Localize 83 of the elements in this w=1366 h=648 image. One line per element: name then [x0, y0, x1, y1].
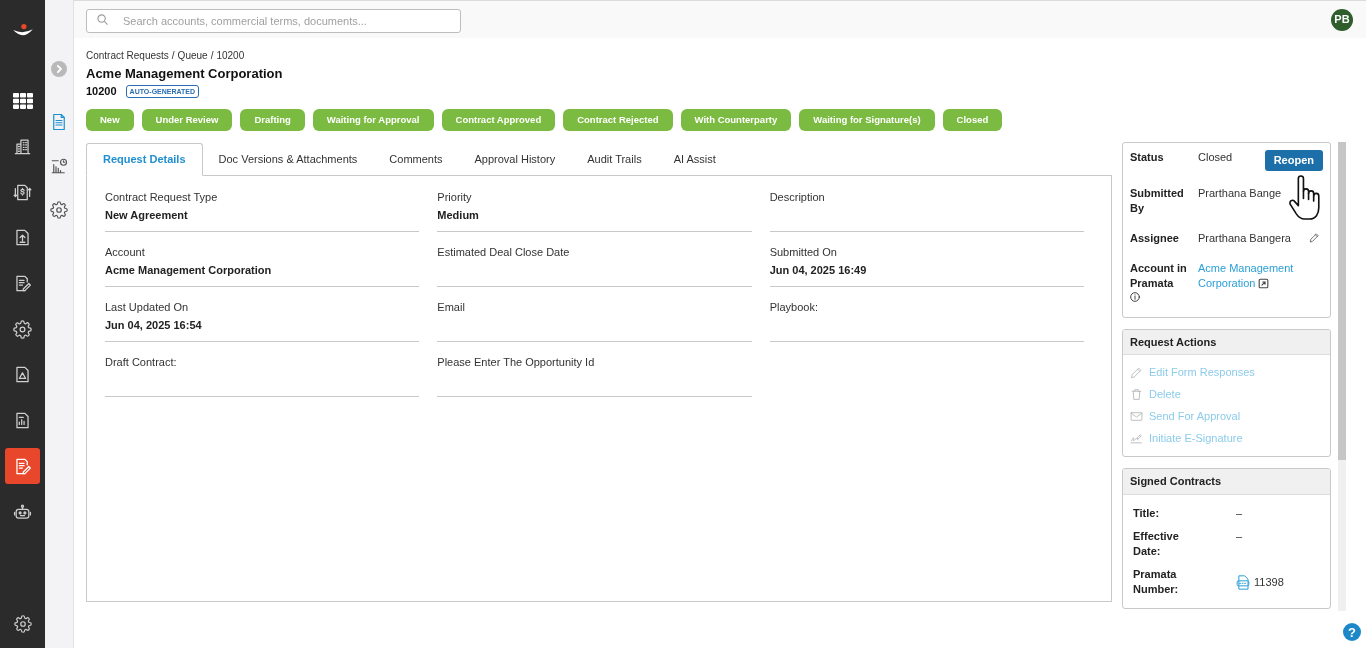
- field-label: Contract Request Type: [105, 190, 219, 204]
- grid-icon: [12, 92, 33, 109]
- status-step: Closed: [942, 109, 1003, 131]
- info-icon[interactable]: [1130, 292, 1140, 302]
- document-edit-icon: [13, 456, 32, 476]
- field-label: Submitted On: [769, 245, 838, 259]
- gear-icon: [50, 201, 68, 219]
- field-value: Jun 04, 2025 16:49: [769, 263, 868, 277]
- status-step: Contract Rejected: [563, 109, 673, 131]
- card-header: Request Actions: [1123, 330, 1330, 355]
- breadcrumb-separator: /: [171, 49, 175, 63]
- card-header: Signed Contracts: [1123, 469, 1330, 495]
- breadcrumb-link[interactable]: Contract Requests: [86, 49, 169, 63]
- help-button[interactable]: ?: [1343, 623, 1361, 641]
- field-value: Acme Management Corporation: [105, 263, 273, 277]
- trash-icon: [1130, 387, 1143, 401]
- gear-icon: [13, 319, 32, 339]
- document-dollar-icon: [13, 182, 32, 202]
- field-label: Draft Contract:: [105, 355, 178, 369]
- search-field[interactable]: Search accounts, commercial terms, documents...: [86, 8, 461, 33]
- document-edit-icon: [13, 274, 32, 294]
- summary-label: Account in Pramata: [1130, 261, 1188, 291]
- pencil-icon: [1130, 365, 1143, 379]
- contract-number: 11398: [1254, 574, 1284, 590]
- pencil-icon[interactable]: [1309, 232, 1320, 243]
- field-label: Estimated Deal Close Date: [437, 245, 571, 259]
- summary-value: Prarthana Bangera: [1198, 231, 1291, 246]
- field-label: Email: [437, 300, 466, 314]
- tab[interactable]: Approval History: [458, 143, 572, 175]
- robot-icon: [13, 502, 32, 522]
- field-value: New Agreement: [105, 208, 189, 222]
- contract-value: –: [1236, 529, 1243, 544]
- summary-value: Prarthana Bange: [1198, 186, 1282, 201]
- document-chart-icon: [13, 411, 32, 431]
- status-step: Contract Approved: [441, 109, 556, 131]
- field-label: Last Updated On: [105, 300, 190, 314]
- request-id: 10200: [86, 84, 117, 99]
- external-link-icon: [1258, 278, 1270, 289]
- summary-label: Submitted By: [1130, 186, 1185, 216]
- search-icon: [97, 14, 108, 25]
- breadcrumb-link[interactable]: 10200: [216, 49, 245, 63]
- field-value: Medium: [437, 208, 480, 222]
- field-label: Playbook:: [769, 300, 819, 314]
- field-label: Please Enter The Opportunity Id: [437, 355, 596, 369]
- contract-label: Title:: [1133, 506, 1161, 521]
- status-step: With Counterparty: [680, 109, 792, 131]
- page-title: Acme Management Corporation: [86, 65, 284, 83]
- summary-label: Assignee: [1130, 231, 1179, 246]
- tab[interactable]: Comments: [373, 143, 459, 175]
- tab[interactable]: AI Assist: [657, 143, 732, 175]
- status-step: Waiting for Approval: [312, 109, 434, 131]
- document-warning-icon: [13, 365, 32, 385]
- signature-icon: [1130, 431, 1143, 445]
- field-label: Priority: [437, 190, 473, 204]
- tab[interactable]: Doc Versions & Attachments: [202, 143, 374, 175]
- contract-label: Effective Date:: [1133, 529, 1180, 559]
- scrollbar-track[interactable]: [1338, 142, 1346, 611]
- status-step: Drafting: [240, 109, 305, 131]
- nav-item[interactable]: [5, 448, 40, 485]
- building-icon: [13, 137, 32, 157]
- contract-label: Pramata Number:: [1133, 567, 1180, 597]
- summary-label: Status: [1130, 150, 1164, 165]
- contract-value: –: [1236, 506, 1243, 521]
- field-label: Description: [769, 190, 826, 204]
- breadcrumb-separator: /: [210, 49, 214, 63]
- status-step: New: [86, 109, 134, 131]
- status-step: Waiting for Signature(s): [799, 109, 935, 131]
- field-value: Jun 04, 2025 16:54: [105, 318, 203, 332]
- summary-value: Closed: [1198, 150, 1233, 165]
- scrollbar-thumb[interactable]: [1338, 142, 1346, 460]
- reopen-button[interactable]: Reopen: [1264, 150, 1323, 171]
- user-avatar[interactable]: PB: [1331, 8, 1353, 31]
- envelope-icon: [1130, 409, 1143, 423]
- hand-cursor-icon: [1288, 174, 1323, 221]
- chart-clock-icon: [50, 157, 68, 175]
- document-upload-icon: [13, 228, 32, 248]
- status-step: Under Review: [141, 109, 233, 131]
- breadcrumb-link[interactable]: Queue: [177, 49, 208, 63]
- document-icon: [50, 113, 68, 131]
- tab[interactable]: Request Details: [86, 143, 203, 176]
- field-label: Account: [105, 245, 146, 259]
- gear-icon: [13, 615, 32, 633]
- tab[interactable]: Audit Trails: [571, 143, 658, 175]
